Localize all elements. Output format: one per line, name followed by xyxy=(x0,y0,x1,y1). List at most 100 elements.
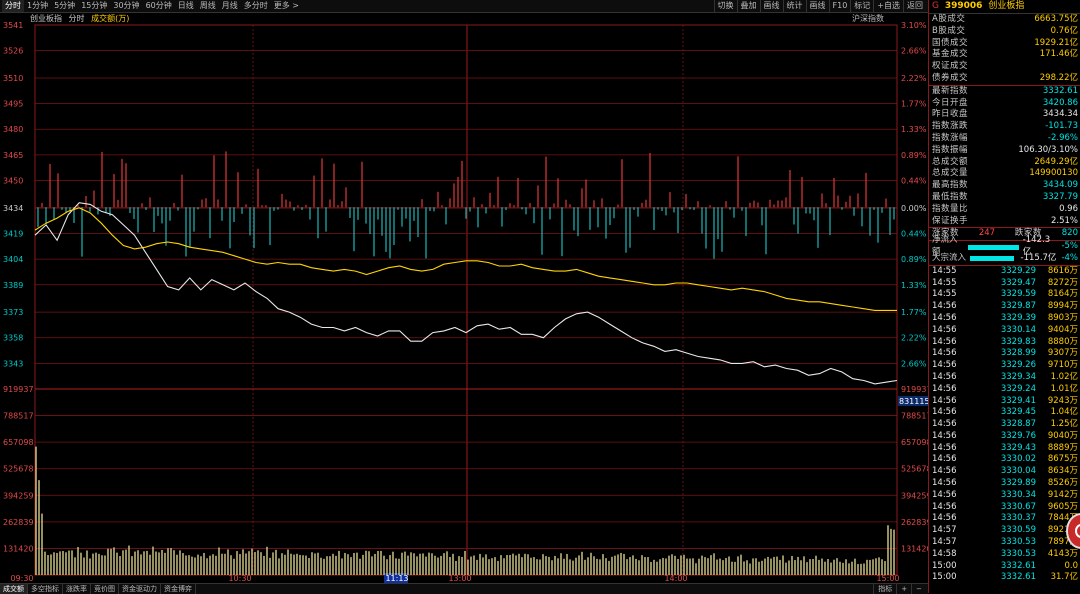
fund-flow-row: 净流入额 -142.3亿 -5% xyxy=(929,235,1080,257)
stat-row: 指数涨幅 -2.96% xyxy=(929,133,1080,145)
tick-row: 14:56 3329.26 9710万 xyxy=(929,360,1080,372)
period-tab-10[interactable]: 更多 > xyxy=(271,0,302,12)
tick-price: 3329.41 xyxy=(1000,395,1036,406)
tick-time: 14:56 xyxy=(932,324,957,335)
stat-value: 2.51% xyxy=(1050,215,1078,226)
tick-price: 3330.53 xyxy=(1000,537,1036,548)
tick-amount: 9404万 xyxy=(1047,324,1078,335)
tick-time: 14:56 xyxy=(932,371,957,382)
tool-button-4[interactable]: 画线 xyxy=(805,0,829,12)
pct-tick-label: 2.66% xyxy=(901,359,927,368)
tool-button-8[interactable]: 返回 xyxy=(903,0,926,12)
volume-tick-label: 262839 xyxy=(3,518,34,527)
tick-price: 3330.34 xyxy=(1000,489,1036,500)
tick-row: 14:57 3330.59 8921万 xyxy=(929,525,1080,537)
tick-time: 14:56 xyxy=(932,442,957,453)
price-tick-label: 3510 xyxy=(3,74,23,83)
pct-tick-label: 3.10% xyxy=(901,21,927,30)
tick-amount: 8889万 xyxy=(1047,442,1078,453)
tick-amount: 8164万 xyxy=(1047,289,1078,300)
fund-flow-label: 大宗流入 xyxy=(932,252,967,263)
stat-row: B股成交 0.76亿 xyxy=(929,26,1080,38)
tick-price: 3329.76 xyxy=(1000,430,1036,441)
tick-row: 14:56 3330.04 8634万 xyxy=(929,466,1080,478)
period-tab-3[interactable]: 15分钟 xyxy=(78,0,110,12)
tick-time: 14:56 xyxy=(932,466,957,477)
time-tick-label: 15:00 xyxy=(876,574,899,583)
time-tick-label: 09:30 xyxy=(10,574,33,583)
pct-tick-label: 1.33% xyxy=(901,281,927,290)
tick-price: 3330.53 xyxy=(1000,548,1036,559)
market-turnover-list: A股成交 6663.75亿 B股成交 0.76亿 国债成交 1929.21亿 基金成交 171… xyxy=(929,14,1080,85)
tick-time: 14:56 xyxy=(932,430,957,441)
indicator-tabbar: 成交额 多空指标 涨跌率 竞价图 资金驱动力 资金博弈 指标 + − xyxy=(0,583,928,594)
volume-tick-label-right: 657098 xyxy=(901,438,928,447)
period-tab-1[interactable]: 1分钟 xyxy=(24,0,51,12)
tick-time: 14:56 xyxy=(932,348,957,359)
tick-amount: 1.01亿 xyxy=(1050,383,1078,394)
tick-row: 14:58 3330.53 4143万 xyxy=(929,549,1080,561)
price-tick-label: 3389 xyxy=(3,281,23,290)
tool-button-5[interactable]: F10 xyxy=(828,0,851,12)
tick-row: 15:00 3332.61 0.0 xyxy=(929,561,1080,573)
stat-label: A股成交 xyxy=(932,14,966,24)
stat-row: 总成交额 2649.29亿 xyxy=(929,157,1080,169)
tick-row: 14:56 3329.89 8526万 xyxy=(929,478,1080,490)
period-tab-5[interactable]: 60分钟 xyxy=(143,0,175,12)
period-tab-7[interactable]: 周线 xyxy=(197,0,219,12)
tool-button-1[interactable]: 叠加 xyxy=(736,0,760,12)
stat-row: 最高指数 3434.09 xyxy=(929,180,1080,192)
price-tick-label: 3450 xyxy=(3,177,23,186)
stat-label: B股成交 xyxy=(932,25,966,36)
stat-value: 6663.75亿 xyxy=(1034,14,1078,24)
period-tab-4[interactable]: 30分钟 xyxy=(110,0,142,12)
period-tab-9[interactable]: 多分时 xyxy=(241,0,271,12)
volume-tick-label-right: 262839 xyxy=(901,518,928,527)
period-tab-0[interactable]: 分时 xyxy=(2,0,24,12)
stat-label: 指数振幅 xyxy=(932,144,969,155)
stat-value: -101.73 xyxy=(1045,121,1078,132)
tick-row: 14:56 3329.24 1.01亿 xyxy=(929,384,1080,396)
tick-price: 3332.61 xyxy=(1000,560,1036,571)
tick-time: 14:56 xyxy=(932,454,957,465)
period-tab-2[interactable]: 5分钟 xyxy=(51,0,78,12)
stat-value: 0.96 xyxy=(1059,203,1078,214)
pct-tick-label: 2.22% xyxy=(901,74,927,83)
tool-button-0[interactable]: 切换 xyxy=(713,0,737,12)
tick-row: 14:56 3329.34 1.02亿 xyxy=(929,372,1080,384)
tick-row: 14:56 3329.41 9243万 xyxy=(929,396,1080,408)
fund-flow-value: -115.7亿 xyxy=(1020,252,1057,263)
tick-time: 14:57 xyxy=(932,525,957,536)
tick-price: 3329.29 xyxy=(1000,265,1036,276)
fund-flow-bar xyxy=(970,256,1014,262)
stat-row: 指数振幅 106.30/3.10% xyxy=(929,145,1080,157)
stat-label: 最高指数 xyxy=(932,180,969,191)
pct-tick-label: 2.22% xyxy=(901,334,927,343)
stat-value: 171.46亿 xyxy=(1039,49,1078,60)
tool-button-6[interactable]: 标记 xyxy=(850,0,873,12)
price-tick-label: 3419 xyxy=(3,229,23,238)
tick-price: 3329.24 xyxy=(1000,383,1036,394)
stat-row: 权证成交 xyxy=(929,61,1080,73)
intraday-chart[interactable]: 3541 3.10% 3526 2.66% 3510 2.22% 3495 1.77% 3480… xyxy=(0,0,928,593)
price-tick-label: 3495 xyxy=(3,100,23,109)
volume-tick-label: 919937 xyxy=(3,385,34,394)
tick-row: 14:56 3330.02 8675万 xyxy=(929,454,1080,466)
stat-value: 106.30/3.10% xyxy=(1018,144,1078,155)
stat-label: 指数量比 xyxy=(932,203,969,214)
tick-list[interactable]: 14:55 3329.29 8616万 14:55 3329.47 8272万 14:55 3… xyxy=(929,266,1080,585)
tool-button-3[interactable]: 统计 xyxy=(782,0,806,12)
tick-row: 14:56 3329.87 8994万 xyxy=(929,301,1080,313)
tick-time: 14:56 xyxy=(932,336,957,347)
period-tab-8[interactable]: 月线 xyxy=(219,0,241,12)
stat-label: 保证换手 xyxy=(932,215,969,226)
compare-index-label[interactable]: 沪深指数 xyxy=(852,13,884,24)
volume-tick-label: 525678 xyxy=(3,465,34,474)
period-tab-6[interactable]: 日线 xyxy=(175,0,197,12)
tick-amount: 9710万 xyxy=(1047,360,1078,371)
tool-button-2[interactable]: 画线 xyxy=(759,0,783,12)
tick-amount: 8616万 xyxy=(1047,265,1078,276)
stat-label: 指数涨幅 xyxy=(932,132,969,143)
tick-amount: 1.02亿 xyxy=(1050,371,1078,382)
tool-button-7[interactable]: +自选 xyxy=(873,0,903,12)
